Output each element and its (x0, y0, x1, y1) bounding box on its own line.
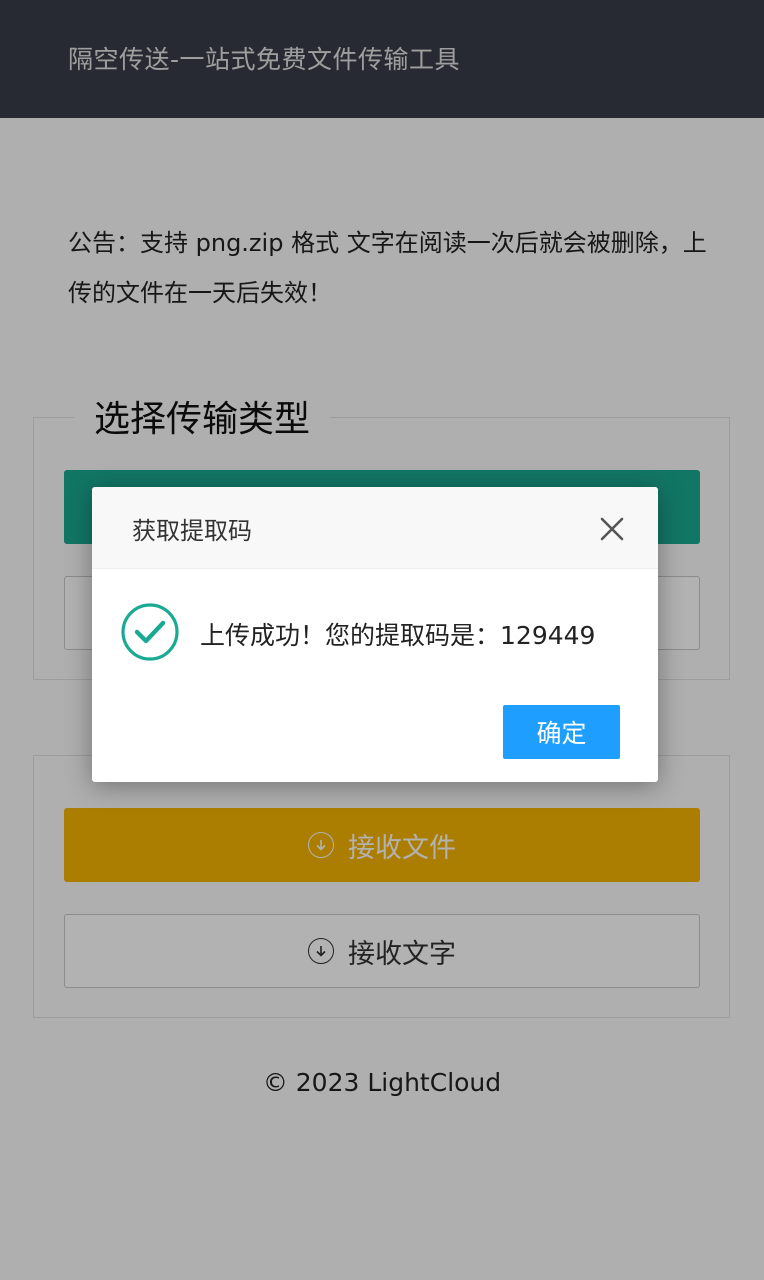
dialog-title: 获取提取码 (132, 517, 252, 545)
extraction-code-dialog: 获取提取码 上传成功！您的提取码是：129449 确定 (92, 487, 658, 782)
confirm-button[interactable]: 确定 (503, 705, 620, 759)
dialog-header: 获取提取码 (92, 487, 658, 569)
dialog-body: 上传成功！您的提取码是：129449 (120, 602, 640, 662)
check-circle-icon (120, 602, 180, 662)
dialog-message: 上传成功！您的提取码是：129449 (200, 621, 596, 650)
close-icon[interactable] (598, 515, 626, 543)
